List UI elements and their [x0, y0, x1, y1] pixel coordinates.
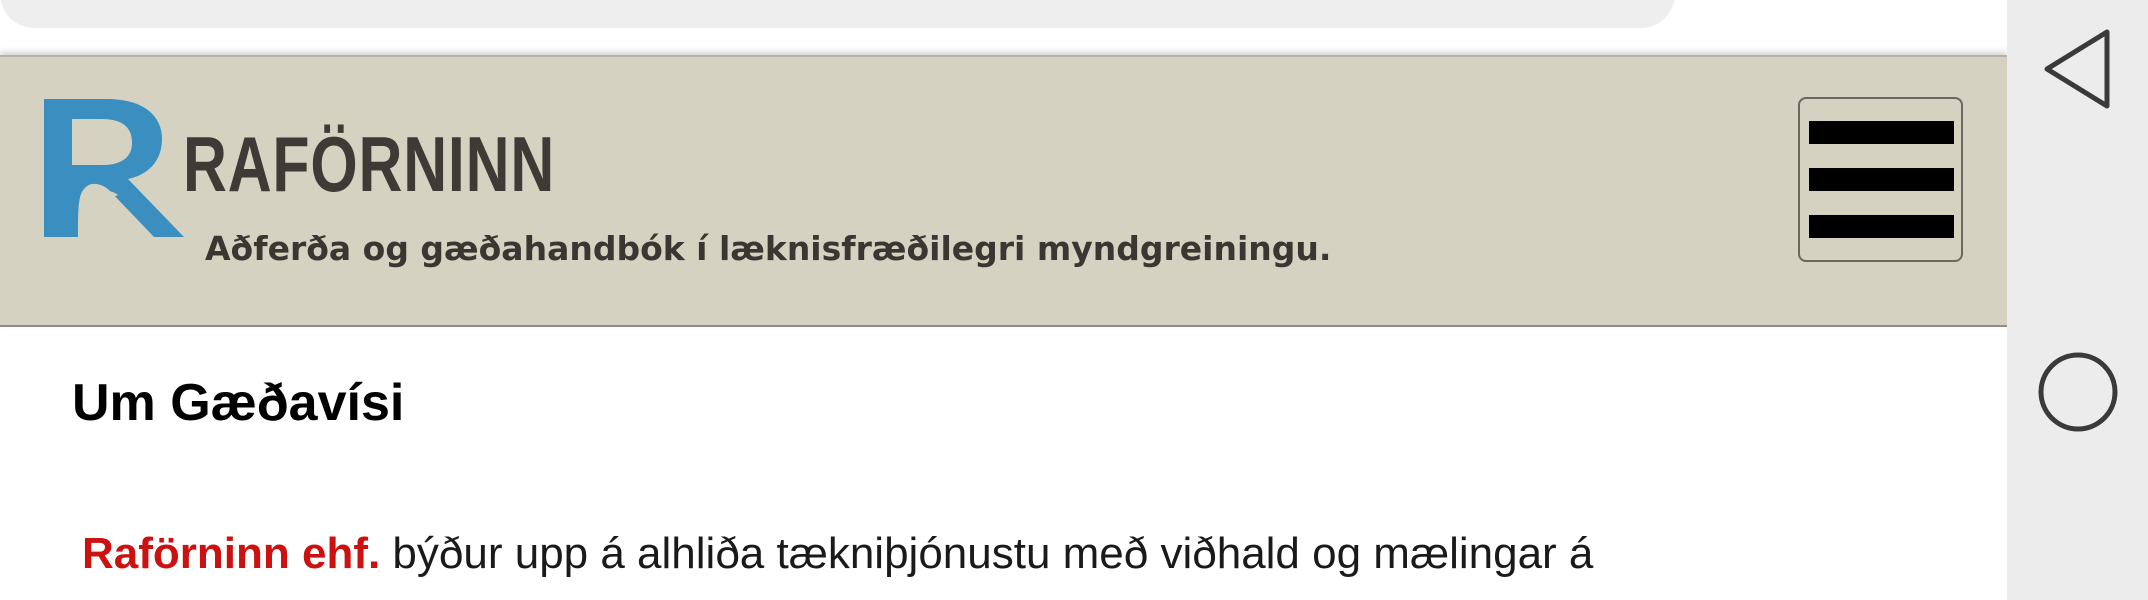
intro-text: býður upp á alhliða tækniþjónustu með vi… — [380, 529, 1594, 578]
intro-paragraph: Raförninn ehf. býður upp á alhliða tækni… — [82, 524, 1782, 584]
browser-content: RAFÖRNINN Aðferða og gæðahandbók í lækni… — [0, 0, 2007, 600]
hamburger-menu-button[interactable] — [1798, 97, 1963, 262]
home-circle-icon[interactable] — [2037, 351, 2119, 433]
page-title: Um Gæðavísi — [72, 374, 405, 432]
system-navigation-bar — [2007, 0, 2148, 600]
brand-tagline: Aðferða og gæðahandbók í læknisfræðilegr… — [205, 229, 1332, 268]
screen: RAFÖRNINN Aðferða og gæðahandbók í lækni… — [0, 0, 2148, 600]
raforninn-logo-icon[interactable] — [44, 99, 184, 237]
hamburger-menu-icon-bar-2 — [1809, 168, 1954, 191]
brand-name: RAFÖRNINN — [183, 120, 556, 208]
hamburger-menu-icon-bar-3 — [1809, 215, 1954, 238]
site-header: RAFÖRNINN Aðferða og gæðahandbók í lækni… — [0, 55, 2007, 327]
hamburger-menu-icon-bar-1 — [1809, 121, 1954, 144]
back-triangle-icon[interactable] — [2037, 28, 2119, 110]
browser-address-bar[interactable] — [0, 0, 1675, 28]
company-name-link: Raförninn ehf. — [82, 529, 381, 578]
